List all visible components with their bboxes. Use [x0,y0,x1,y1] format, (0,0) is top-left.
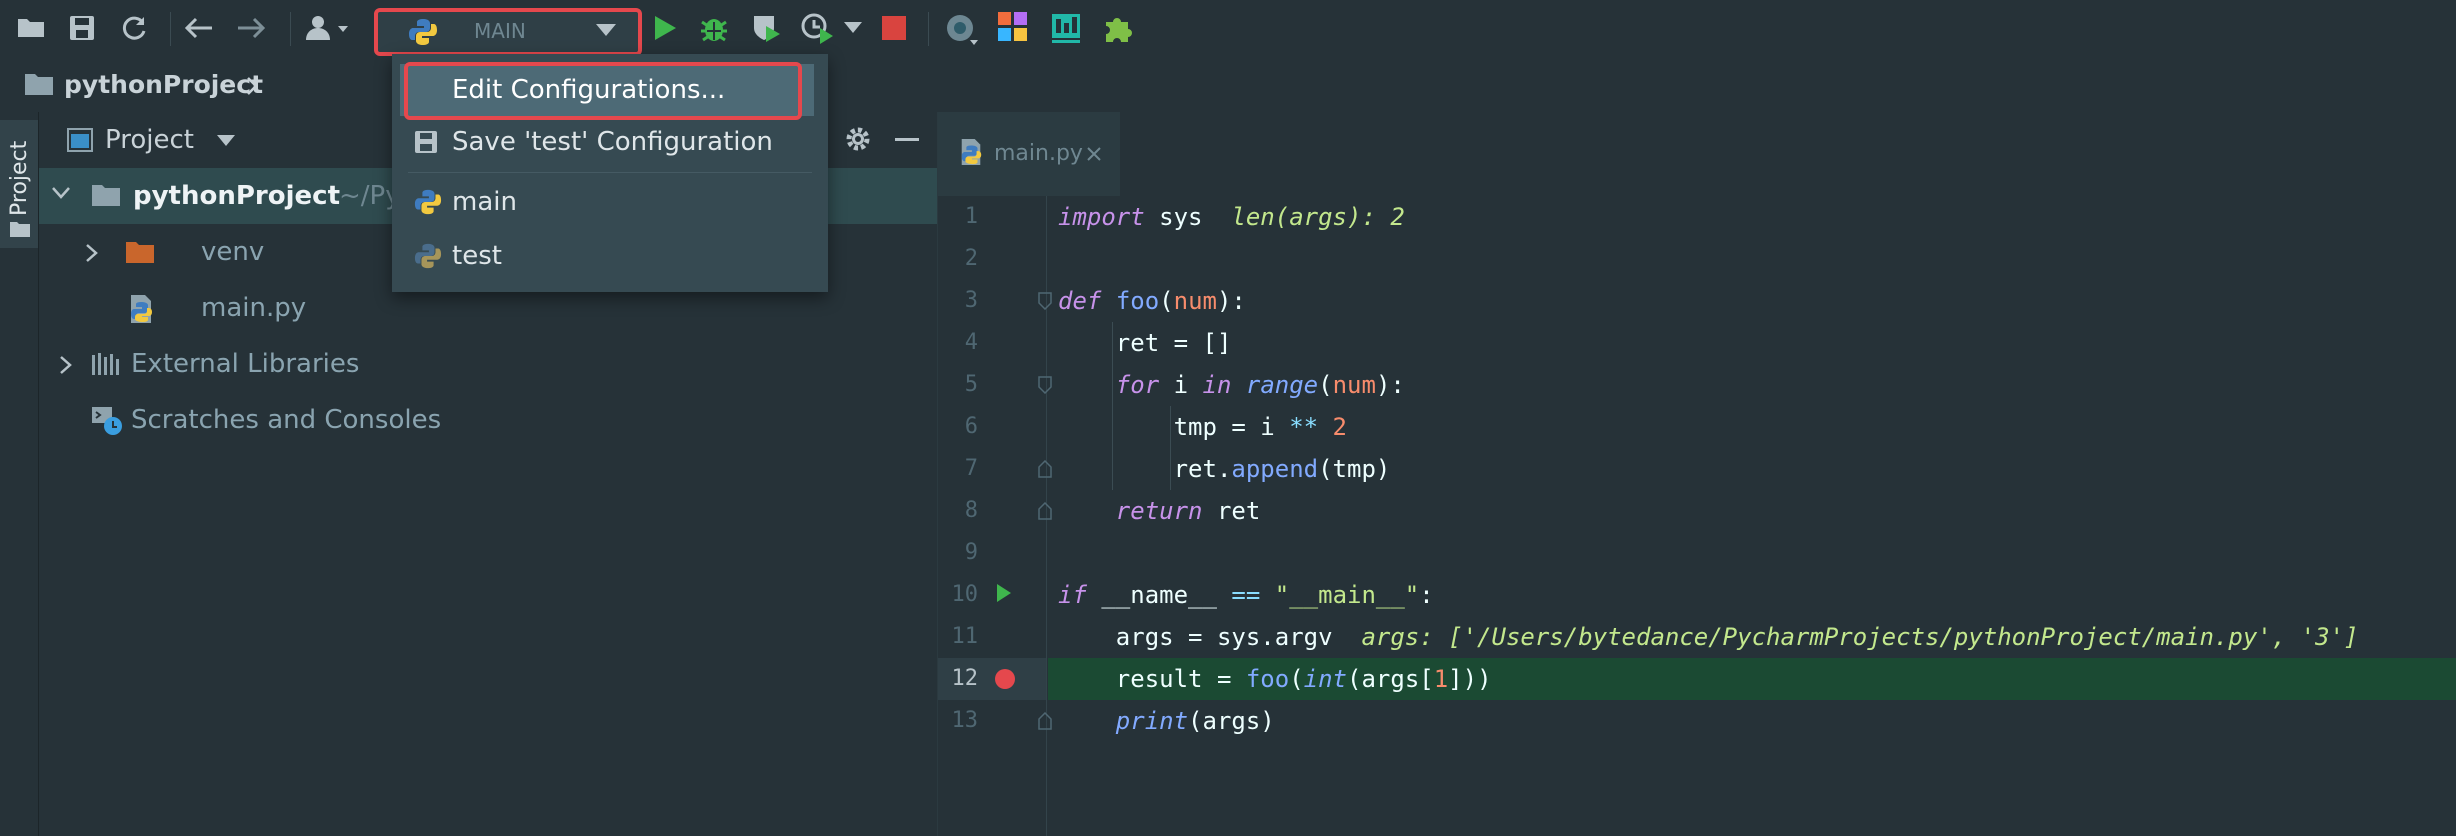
folder-icon [91,183,121,207]
project-view-icon [67,128,93,152]
project-tool-label: Project [7,140,32,216]
tab-main-py[interactable]: main.py [938,112,1120,199]
gear-icon[interactable] [843,124,873,154]
scratches-icon [91,406,123,436]
minimize-icon[interactable] [895,138,919,141]
debug-icon[interactable] [698,12,730,44]
menu-item-label: main [452,187,517,217]
chevron-right-icon[interactable] [59,355,73,375]
navigation-bar: pythonProject [0,58,2456,112]
python-file-icon [958,138,984,166]
run-config-label: MAIN [474,19,526,43]
forward-arrow-icon[interactable] [236,16,266,40]
line-number: 13 [951,708,979,733]
menu-item-label: Save 'test' Configuration [452,127,773,157]
line-number: 5 [964,372,978,397]
run-config-dropdown: Edit Configurations... Save 'test' Confi… [392,54,828,292]
folder-icon [9,220,31,238]
code-line-12: result = foo(int(args[1])) [1115,665,1492,693]
line-number: 9 [964,540,978,565]
code-line-7: ret.append(tmp) [1173,455,1391,483]
toolbar-divider [290,12,291,46]
save-icon[interactable] [68,14,96,42]
menu-item-label: test [452,241,502,271]
toolbar-divider [170,12,171,46]
menu-separator [408,172,812,173]
editor-tab-bar: main.py [938,112,2456,199]
jetbrains-toolbox-icon[interactable] [998,12,1028,42]
code-editor[interactable]: 1 2 3 4 5 6 7 8 9 10 11 12 13 import sys… [938,196,2456,836]
sync-icon[interactable] [120,14,148,42]
fold-icon[interactable] [1038,292,1052,310]
breadcrumb-project[interactable]: pythonProject [64,68,263,102]
code-line-5: for i in range(num): [1115,371,1405,399]
tree-item-label: main.py [201,293,307,323]
line-number: 4 [964,330,978,355]
fold-icon[interactable] [1038,376,1052,394]
puzzle-piece-icon[interactable] [1102,12,1134,44]
toolbar-divider [928,12,929,46]
data-view-icon[interactable] [1050,12,1082,44]
fold-end-icon[interactable] [1038,502,1052,520]
breakpoint-icon[interactable] [994,668,1016,690]
user-dropdown-icon[interactable] [304,14,354,44]
line-number: 10 [951,582,979,607]
save-icon [414,130,438,154]
tool-window-strip: Project [0,112,39,836]
code-line-8: return ret [1115,497,1261,525]
python-icon [414,188,442,216]
folder-icon [24,72,54,96]
line-number: 7 [964,456,978,481]
line-number: 6 [964,414,978,439]
back-arrow-icon[interactable] [184,16,214,40]
fold-end-icon[interactable] [1038,460,1052,478]
run-icon[interactable] [652,14,678,42]
code-line-3: def foo(num): [1058,287,1246,315]
python-icon [414,242,442,270]
line-number: 1 [964,204,978,229]
open-folder-icon[interactable] [16,15,46,41]
code-line-6: tmp = i ** 2 [1173,413,1347,441]
line-number: 11 [951,624,979,649]
tree-item-label: venv [201,237,265,267]
plugin-icon[interactable] [944,12,980,48]
highlight-annotation [404,62,802,120]
chevron-down-icon[interactable] [844,22,862,33]
tab-label: main.py [994,141,1083,166]
tree-item-label: Scratches and Consoles [131,405,442,435]
coverage-icon[interactable] [750,12,782,44]
menu-item-test[interactable]: test [400,230,814,282]
root-name: pythonProject [133,181,340,211]
fold-end-icon[interactable] [1038,712,1052,730]
menu-item-main[interactable]: main [400,176,814,228]
run-gutter-icon[interactable] [996,583,1012,603]
run-configuration-selector[interactable]: MAIN [374,8,642,56]
line-number: 3 [964,288,978,313]
code-line-4: ret = [] [1115,329,1232,357]
chevron-down-icon[interactable] [217,135,235,146]
folder-icon [125,240,155,264]
tree-item-label: External Libraries [131,349,360,379]
code-line-11: args = sys.argv args: ['/Users/bytedance… [1115,623,2359,651]
line-number: 8 [964,498,978,523]
close-icon[interactable] [1086,146,1102,162]
view-selector-label[interactable]: Project [105,122,194,158]
project-tool-window-button[interactable]: Project [0,120,38,248]
python-icon [408,17,438,47]
python-file-icon [127,294,155,324]
main-toolbar: MAIN [0,0,2456,58]
chevron-down-icon[interactable] [51,186,71,200]
stop-icon[interactable] [882,16,906,40]
menu-item-save-configuration[interactable]: Save 'test' Configuration [400,116,814,168]
library-icon [91,351,121,377]
chevron-right-icon[interactable] [85,243,99,263]
code-line-1: import sys len(args): 2 [1058,203,1405,231]
chevron-right-icon [246,77,258,95]
line-number: 2 [964,246,978,271]
chevron-down-icon [596,24,616,36]
line-number: 12 [951,666,979,691]
code-line-13: print(args) [1115,707,1275,735]
profile-icon[interactable] [800,12,834,44]
code-line-10: if __name__ == "__main__": [1058,581,1434,609]
